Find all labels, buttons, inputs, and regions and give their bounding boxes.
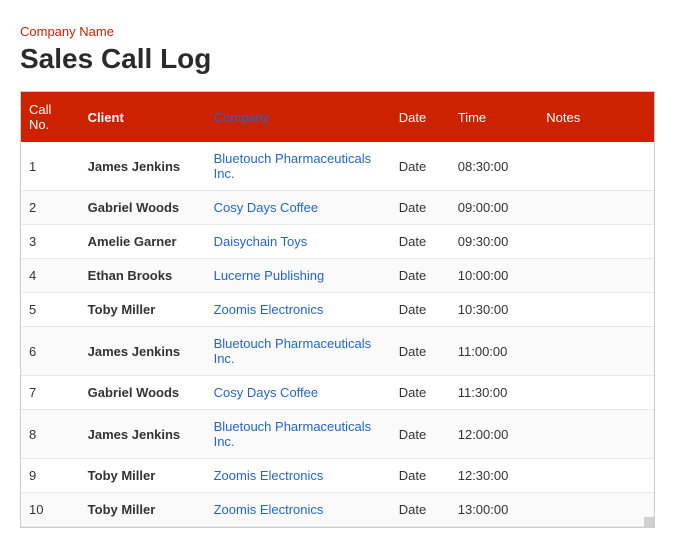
table-row: 9Toby MillerZoomis ElectronicsDate12:30:… xyxy=(21,459,654,493)
cell-time: 10:00:00 xyxy=(450,259,539,293)
table-row: 4Ethan BrooksLucerne PublishingDate10:00… xyxy=(21,259,654,293)
cell-company: Zoomis Electronics xyxy=(206,293,391,327)
cell-client: Toby Miller xyxy=(80,293,206,327)
cell-notes xyxy=(538,459,654,493)
cell-notes xyxy=(538,142,654,191)
cell-time: 12:00:00 xyxy=(450,410,539,459)
cell-time: 11:00:00 xyxy=(450,327,539,376)
cell-company: Zoomis Electronics xyxy=(206,459,391,493)
cell-callno: 6 xyxy=(21,327,80,376)
cell-time: 09:30:00 xyxy=(450,225,539,259)
cell-date: Date xyxy=(391,376,450,410)
cell-time: 11:30:00 xyxy=(450,376,539,410)
table-row: 5Toby MillerZoomis ElectronicsDate10:30:… xyxy=(21,293,654,327)
page-title: Sales Call Log xyxy=(20,43,655,75)
cell-date: Date xyxy=(391,459,450,493)
col-header-client: Client xyxy=(80,92,206,142)
table-row: 8James JenkinsBluetouch Pharmaceuticals … xyxy=(21,410,654,459)
cell-date: Date xyxy=(391,225,450,259)
cell-company: Zoomis Electronics xyxy=(206,493,391,527)
table-header-row: Call No. Client Company Date Time Notes xyxy=(21,92,654,142)
cell-callno: 1 xyxy=(21,142,80,191)
cell-date: Date xyxy=(391,293,450,327)
company-name: Company Name xyxy=(20,24,655,39)
cell-company: Cosy Days Coffee xyxy=(206,191,391,225)
cell-notes xyxy=(538,410,654,459)
cell-company: Cosy Days Coffee xyxy=(206,376,391,410)
cell-date: Date xyxy=(391,142,450,191)
cell-client: Toby Miller xyxy=(80,493,206,527)
table-row: 7Gabriel WoodsCosy Days CoffeeDate11:30:… xyxy=(21,376,654,410)
cell-callno: 5 xyxy=(21,293,80,327)
cell-company: Bluetouch Pharmaceuticals Inc. xyxy=(206,142,391,191)
cell-date: Date xyxy=(391,259,450,293)
cell-client: Toby Miller xyxy=(80,459,206,493)
cell-time: 12:30:00 xyxy=(450,459,539,493)
table-row: 3Amelie GarnerDaisychain ToysDate09:30:0… xyxy=(21,225,654,259)
table-row: 10Toby MillerZoomis ElectronicsDate13:00… xyxy=(21,493,654,527)
cell-time: 13:00:00 xyxy=(450,493,539,527)
cell-notes xyxy=(538,259,654,293)
cell-date: Date xyxy=(391,410,450,459)
cell-company: Daisychain Toys xyxy=(206,225,391,259)
cell-date: Date xyxy=(391,493,450,527)
cell-time: 09:00:00 xyxy=(450,191,539,225)
cell-client: Amelie Garner xyxy=(80,225,206,259)
table-row: 1James JenkinsBluetouch Pharmaceuticals … xyxy=(21,142,654,191)
cell-notes xyxy=(538,376,654,410)
cell-callno: 3 xyxy=(21,225,80,259)
cell-callno: 2 xyxy=(21,191,80,225)
scrollbar-corner xyxy=(644,517,654,527)
cell-callno: 7 xyxy=(21,376,80,410)
col-header-callno: Call No. xyxy=(21,92,80,142)
cell-notes xyxy=(538,493,654,527)
col-header-time: Time xyxy=(450,92,539,142)
cell-callno: 9 xyxy=(21,459,80,493)
table-row: 2Gabriel WoodsCosy Days CoffeeDate09:00:… xyxy=(21,191,654,225)
cell-date: Date xyxy=(391,191,450,225)
cell-notes xyxy=(538,327,654,376)
cell-company: Bluetouch Pharmaceuticals Inc. xyxy=(206,327,391,376)
cell-client: James Jenkins xyxy=(80,410,206,459)
cell-callno: 4 xyxy=(21,259,80,293)
cell-time: 10:30:00 xyxy=(450,293,539,327)
cell-client: James Jenkins xyxy=(80,327,206,376)
cell-notes xyxy=(538,293,654,327)
col-header-company: Company xyxy=(206,92,391,142)
cell-client: Gabriel Woods xyxy=(80,376,206,410)
cell-notes xyxy=(538,191,654,225)
sales-call-log-table: Call No. Client Company Date Time Notes … xyxy=(20,91,655,528)
cell-client: James Jenkins xyxy=(80,142,206,191)
cell-company: Lucerne Publishing xyxy=(206,259,391,293)
col-header-date: Date xyxy=(391,92,450,142)
cell-callno: 10 xyxy=(21,493,80,527)
col-header-notes: Notes xyxy=(538,92,654,142)
cell-company: Bluetouch Pharmaceuticals Inc. xyxy=(206,410,391,459)
cell-date: Date xyxy=(391,327,450,376)
cell-client: Ethan Brooks xyxy=(80,259,206,293)
cell-notes xyxy=(538,225,654,259)
cell-client: Gabriel Woods xyxy=(80,191,206,225)
cell-callno: 8 xyxy=(21,410,80,459)
cell-time: 08:30:00 xyxy=(450,142,539,191)
table-row: 6James JenkinsBluetouch Pharmaceuticals … xyxy=(21,327,654,376)
